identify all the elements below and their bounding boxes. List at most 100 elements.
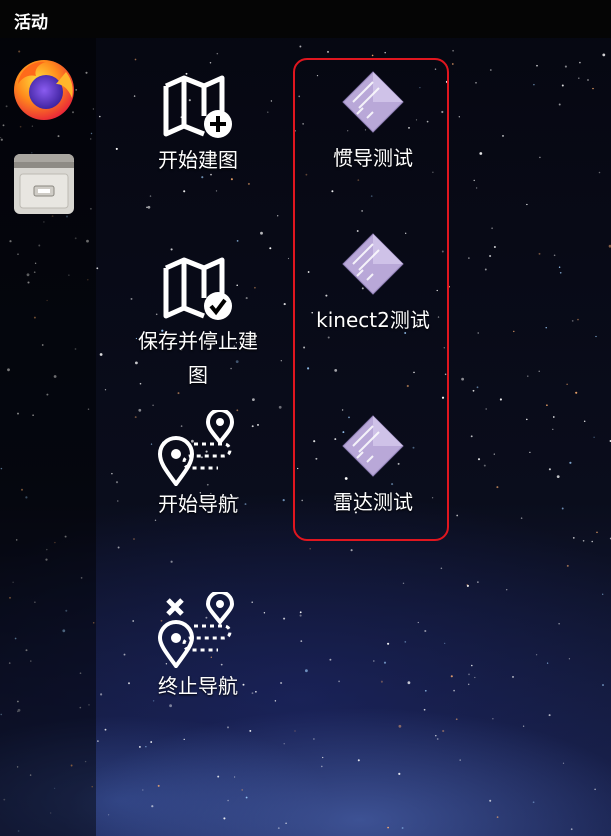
star (594, 788, 596, 791)
star (287, 257, 290, 260)
star (566, 564, 569, 567)
star (451, 63, 454, 65)
star (215, 190, 218, 192)
star (423, 708, 426, 711)
star (442, 729, 445, 733)
star (216, 52, 219, 55)
star (568, 658, 571, 660)
star (350, 549, 353, 552)
star (471, 664, 473, 667)
star (260, 231, 263, 235)
star (513, 330, 515, 333)
star (236, 240, 239, 242)
star (402, 582, 405, 585)
star (436, 738, 439, 740)
star (450, 675, 453, 678)
star (536, 64, 538, 67)
star (579, 61, 581, 64)
star (97, 740, 99, 742)
star (117, 500, 119, 502)
star (467, 683, 470, 686)
star (591, 540, 593, 543)
star (489, 254, 492, 258)
star (561, 84, 564, 87)
star (502, 135, 504, 137)
star (133, 538, 135, 540)
star (338, 680, 340, 683)
desktop-item-label: 终止导航 (158, 674, 238, 698)
desktop-item-label: kinect2测试 (316, 308, 430, 332)
star (475, 187, 478, 189)
star (149, 195, 152, 197)
star (252, 398, 255, 401)
star (466, 583, 469, 586)
file-cabinet-icon[interactable] (10, 150, 78, 218)
star (134, 58, 137, 61)
star (492, 718, 494, 720)
star (587, 79, 589, 81)
star (285, 822, 287, 825)
star (283, 303, 286, 306)
route-stop-icon (158, 592, 235, 668)
star (475, 82, 477, 84)
star (440, 567, 443, 570)
star (455, 718, 458, 721)
desktop-item-start-navigation[interactable]: 开始导航 (128, 410, 268, 522)
star (569, 461, 572, 464)
desktop-item-kinect2-test[interactable]: kinect2测试 (298, 232, 448, 338)
star (234, 776, 236, 778)
star (452, 49, 454, 52)
star (552, 416, 555, 418)
star (512, 675, 514, 678)
star (183, 190, 186, 193)
star (280, 681, 283, 685)
star (371, 54, 374, 57)
star (485, 408, 488, 410)
star (545, 327, 547, 329)
star (169, 704, 173, 708)
star (269, 247, 272, 250)
star (459, 759, 461, 761)
firefox-icon[interactable] (10, 54, 78, 122)
desktop-item-lidar-test[interactable]: 雷达测试 (298, 414, 448, 520)
star (558, 103, 561, 106)
star (526, 418, 528, 421)
star (170, 560, 173, 563)
star (532, 801, 535, 804)
desktop-item-label: 保存并停止建图 (138, 329, 258, 387)
star (489, 799, 492, 802)
star (401, 827, 404, 829)
star (209, 62, 212, 64)
star (329, 658, 332, 661)
desktop-item-save-stop-mapping[interactable]: 保存并停止建图 (128, 254, 268, 392)
script-diamond-icon (342, 233, 404, 295)
desktop-item-label: 雷达测试 (333, 490, 413, 514)
star (505, 588, 508, 591)
star (299, 611, 302, 614)
star (548, 714, 551, 717)
star (476, 386, 479, 389)
star (593, 436, 595, 438)
star (456, 514, 459, 517)
star (496, 816, 499, 818)
activities-button[interactable]: 活动 (14, 8, 48, 33)
star (278, 405, 282, 409)
star (384, 51, 386, 54)
desktop-item-start-mapping[interactable]: 开始建图 (128, 72, 268, 178)
top-bar: 活动 (0, 0, 611, 38)
star (223, 817, 226, 820)
star (398, 724, 402, 728)
star (245, 796, 248, 799)
star (470, 435, 473, 438)
star (322, 756, 324, 759)
star (309, 548, 311, 550)
star (538, 370, 540, 372)
star (247, 182, 250, 185)
star (147, 205, 151, 209)
star (548, 468, 551, 471)
star (383, 661, 387, 664)
star (483, 464, 486, 467)
desktop-item-stop-navigation[interactable]: 终止导航 (128, 592, 268, 704)
desktop-item-imu-test[interactable]: 惯导测试 (298, 70, 448, 176)
star (592, 87, 594, 90)
